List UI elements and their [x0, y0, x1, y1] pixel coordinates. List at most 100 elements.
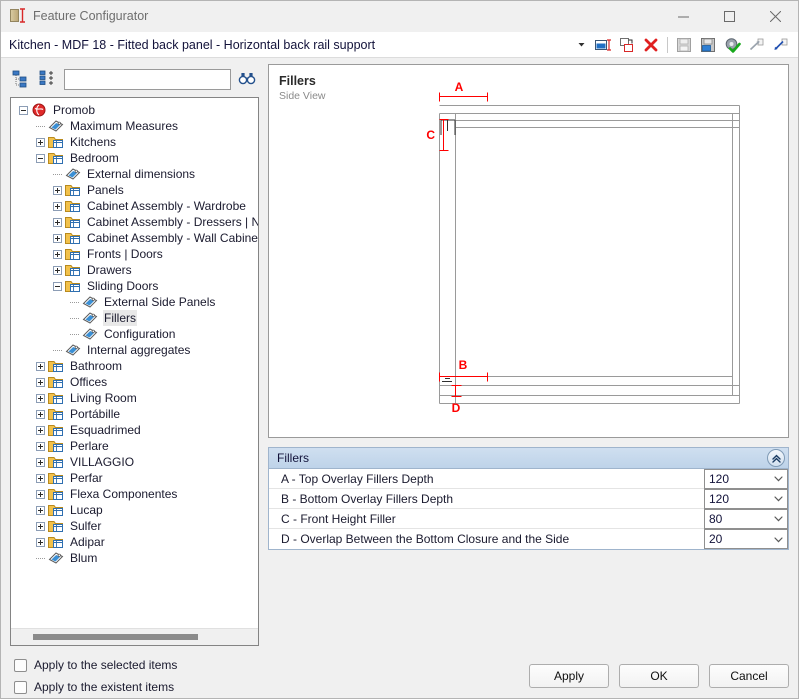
save-as-button[interactable]: [696, 33, 720, 57]
tree-item-cabinet-assembly-wardrobe[interactable]: Cabinet Assembly - Wardrobe: [11, 198, 258, 214]
checkbox-apply-existent[interactable]: [14, 680, 27, 694]
tree-item-internal-aggregates[interactable]: Internal aggregates: [11, 342, 258, 358]
expand-node-icon[interactable]: [36, 473, 45, 483]
expand-node-icon[interactable]: [36, 505, 45, 515]
tree-item-label: Adipar: [70, 535, 105, 549]
tree-item-port-bille[interactable]: Portábille: [11, 406, 258, 422]
breadcrumb-path[interactable]: Kitchen - MDF 18 - Fitted back panel - H…: [9, 38, 571, 52]
chevron-down-icon[interactable]: [769, 510, 787, 528]
tree-item-bathroom[interactable]: Bathroom: [11, 358, 258, 374]
tree-search-input[interactable]: [64, 68, 231, 90]
tree-item-flexa-componentes[interactable]: Flexa Componentes: [11, 486, 258, 502]
maximize-button[interactable]: [706, 1, 752, 31]
expand-node-icon[interactable]: [36, 537, 45, 547]
close-button[interactable]: [752, 1, 798, 31]
tree-item-adipar[interactable]: Adipar: [11, 534, 258, 550]
find-button[interactable]: [235, 68, 259, 90]
tree-item-drawers[interactable]: Drawers: [11, 262, 258, 278]
tree-item-offices[interactable]: Offices: [11, 374, 258, 390]
preview-viewport[interactable]: Fillers Side View A C B D: [268, 64, 789, 438]
expand-node-icon[interactable]: [36, 409, 45, 419]
chevron-down-icon[interactable]: [769, 490, 787, 508]
tree-item-fronts-doors[interactable]: Fronts | Doors: [11, 246, 258, 262]
checkbox-row[interactable]: Apply to the selected items: [14, 654, 259, 676]
save-button[interactable]: [672, 33, 696, 57]
tree-horizontal-scrollbar[interactable]: [11, 628, 258, 645]
tree-item-fillers[interactable]: Fillers: [11, 310, 258, 326]
property-value[interactable]: 120: [705, 492, 769, 506]
tree-view[interactable]: Promob Maximum Measures Kitchens Bedroom Ext…: [10, 97, 259, 646]
property-value[interactable]: 120: [705, 472, 769, 486]
expand-node-icon[interactable]: [53, 265, 62, 275]
tree-item-external-dimensions[interactable]: External dimensions: [11, 166, 258, 182]
chevron-down-icon[interactable]: [769, 470, 787, 488]
checkbox-row[interactable]: Apply to the existent items: [14, 676, 259, 698]
tree-item-panels[interactable]: Panels: [11, 182, 258, 198]
tree-item-living-room[interactable]: Living Room: [11, 390, 258, 406]
collapse-node-icon[interactable]: [19, 105, 28, 115]
folder-icon: [48, 359, 66, 374]
tree-item-sulfer[interactable]: Sulfer: [11, 518, 258, 534]
minimize-button[interactable]: [660, 1, 706, 31]
folder-icon: [65, 232, 80, 244]
expand-node-icon[interactable]: [36, 521, 45, 531]
expand-node-icon[interactable]: [53, 185, 62, 195]
expand-node-icon[interactable]: [53, 201, 62, 211]
tag-icon: [82, 327, 100, 342]
tree-item-external-side-panels[interactable]: External Side Panels: [11, 294, 258, 310]
expand-node-icon[interactable]: [36, 393, 45, 403]
tree-item-lucap[interactable]: Lucap: [11, 502, 258, 518]
ok-button[interactable]: OK: [619, 664, 699, 688]
tree-item-cabinet-assembly-wall-cabinet[interactable]: Cabinet Assembly - Wall Cabinet: [11, 230, 258, 246]
path-dropdown-button[interactable]: [571, 34, 591, 56]
apply-button[interactable]: Apply: [529, 664, 609, 688]
expand-node-icon[interactable]: [36, 441, 45, 451]
tree-item-villaggio[interactable]: VILLAGGIO: [11, 454, 258, 470]
folder-icon: [48, 456, 63, 468]
delete-item-icon: [644, 38, 658, 51]
property-combobox[interactable]: 20: [704, 529, 788, 549]
checkbox-apply-selected[interactable]: [14, 658, 27, 672]
property-combobox[interactable]: 120: [704, 468, 788, 489]
folder-icon: [48, 536, 63, 548]
tree-connector: [53, 173, 62, 175]
tree-item-sliding-doors[interactable]: Sliding Doors: [11, 278, 258, 294]
property-value[interactable]: 20: [705, 532, 769, 546]
copy-item-button[interactable]: [615, 33, 639, 57]
chevron-down-icon[interactable]: [769, 530, 787, 548]
expand-node-icon[interactable]: [36, 361, 45, 371]
expand-node-icon[interactable]: [53, 233, 62, 243]
tree-item-promob[interactable]: Promob: [11, 102, 258, 118]
collapse-panel-button[interactable]: [767, 449, 785, 467]
delete-item-button[interactable]: [639, 33, 663, 57]
property-combobox[interactable]: 80: [704, 508, 788, 529]
expand-tree-button[interactable]: [36, 68, 58, 90]
tree-item-cabinet-assembly-dressers-ni[interactable]: Cabinet Assembly - Dressers | Ni: [11, 214, 258, 230]
scrollbar-thumb[interactable]: [33, 634, 198, 640]
tree-item-esquadrimed[interactable]: Esquadrimed: [11, 422, 258, 438]
expand-node-icon[interactable]: [36, 489, 45, 499]
rename-item-button[interactable]: [591, 33, 615, 57]
import-button[interactable]: [768, 33, 792, 57]
tree-item-blum[interactable]: Blum: [11, 550, 258, 566]
collapse-node-icon[interactable]: [53, 281, 62, 291]
tree-item-maximum-measures[interactable]: Maximum Measures: [11, 118, 258, 134]
collapse-tree-button[interactable]: [10, 68, 32, 90]
export-button[interactable]: [744, 33, 768, 57]
collapse-node-icon[interactable]: [36, 153, 45, 163]
tree-item-perfar[interactable]: Perfar: [11, 470, 258, 486]
expand-node-icon[interactable]: [53, 249, 62, 259]
cancel-button[interactable]: Cancel: [709, 664, 789, 688]
expand-node-icon[interactable]: [36, 377, 45, 387]
property-combobox[interactable]: 120: [704, 488, 788, 509]
tree-item-perlare[interactable]: Perlare: [11, 438, 258, 454]
property-value[interactable]: 80: [705, 512, 769, 526]
tree-item-configuration[interactable]: Configuration: [11, 326, 258, 342]
expand-node-icon[interactable]: [53, 217, 62, 227]
expand-node-icon[interactable]: [36, 425, 45, 435]
tree-item-bedroom[interactable]: Bedroom: [11, 150, 258, 166]
expand-node-icon[interactable]: [36, 137, 45, 147]
tree-item-kitchens[interactable]: Kitchens: [11, 134, 258, 150]
settings-apply-button[interactable]: [720, 33, 744, 57]
expand-node-icon[interactable]: [36, 457, 45, 467]
